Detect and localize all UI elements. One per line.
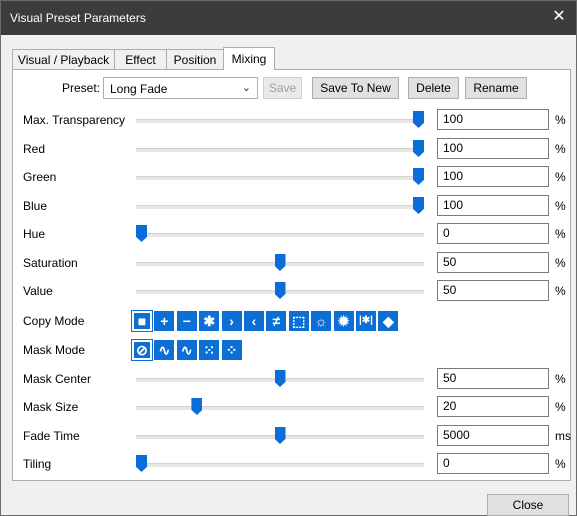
- fade-time-value-field[interactable]: 5000: [437, 425, 549, 446]
- chevron-down-icon: ⌄: [241, 82, 251, 94]
- fade-time-unit: ms: [555, 429, 571, 443]
- rename-button[interactable]: Rename: [465, 77, 527, 99]
- tab-position[interactable]: Position: [166, 49, 224, 69]
- green-unit: %: [555, 170, 566, 184]
- max-transparency-unit: %: [555, 113, 566, 127]
- tiling-unit: %: [555, 457, 566, 471]
- mask-center-label: Mask Center: [23, 372, 92, 386]
- title-bar: Visual Preset Parameters ✕: [1, 1, 576, 35]
- preset-select[interactable]: Long Fade ⌄: [103, 77, 258, 99]
- save-to-new-button[interactable]: Save To New: [312, 77, 399, 99]
- close-button[interactable]: Close: [487, 494, 569, 516]
- copy-mode-less-icon[interactable]: ‹: [244, 311, 264, 331]
- mixing-panel: [12, 69, 571, 481]
- mask-center-value-field[interactable]: 50: [437, 368, 549, 389]
- copy-mode-layers-icon[interactable]: ◆: [378, 311, 399, 331]
- tab-visual-playback[interactable]: Visual / Playback: [12, 49, 115, 69]
- copy-mode-not-equal-icon[interactable]: ≠: [266, 311, 287, 331]
- preset-label: Preset:: [62, 81, 101, 95]
- green-slider-track[interactable]: [136, 176, 424, 180]
- hue-label: Hue: [23, 227, 46, 241]
- copy-mode-greater-icon[interactable]: ›: [221, 311, 242, 331]
- copy-mode-multiply-icon[interactable]: ✱: [199, 311, 220, 331]
- copy-mode-minus-icon[interactable]: −: [176, 311, 197, 331]
- copy-mode-label: Copy Mode: [23, 314, 85, 328]
- copy-mode-plus-icon[interactable]: +: [154, 311, 175, 331]
- tiling-label: Tiling: [23, 457, 52, 471]
- mask-mode-dots-icon[interactable]: ⁙: [199, 340, 220, 360]
- preset-value: Long Fade: [110, 82, 168, 96]
- saturation-value-field[interactable]: 50: [437, 252, 549, 273]
- value-value-field[interactable]: 50: [437, 280, 549, 301]
- red-slider-track[interactable]: [136, 148, 424, 152]
- tab-mixing[interactable]: Mixing: [223, 47, 275, 70]
- window-title: Visual Preset Parameters: [10, 11, 146, 25]
- red-label: Red: [23, 142, 46, 156]
- green-value-field[interactable]: 100: [437, 166, 549, 187]
- mask-size-unit: %: [555, 400, 566, 414]
- copy-mode-dotted-square-icon[interactable]: ⬚: [288, 311, 309, 331]
- saturation-label: Saturation: [23, 256, 78, 270]
- mask-mode-wave-icon[interactable]: ∿: [154, 340, 175, 360]
- mask-mode-dots-alt-icon[interactable]: ⁘: [221, 340, 242, 360]
- saturation-unit: %: [555, 256, 566, 270]
- mask-center-unit: %: [555, 372, 566, 386]
- mask-size-slider-track[interactable]: [136, 406, 424, 410]
- blue-label: Blue: [23, 199, 48, 213]
- tiling-slider-track[interactable]: [136, 463, 424, 467]
- mask-size-label: Mask Size: [23, 400, 79, 414]
- copy-mode-square-icon[interactable]: ■: [131, 310, 153, 332]
- mask-mode-label: Mask Mode: [23, 343, 86, 357]
- fade-time-label: Fade Time: [23, 429, 80, 443]
- copy-mode-abs-icon[interactable]: |✱|: [356, 311, 376, 331]
- mask-size-value-field[interactable]: 20: [437, 396, 549, 417]
- mask-mode-wave-alt-icon[interactable]: ∿: [176, 340, 197, 360]
- max-transparency-label: Max. Transparency: [23, 113, 126, 127]
- preset-dialog: Visual Preset Parameters ✕ Visual / Play…: [0, 0, 577, 516]
- green-label: Green: [23, 170, 57, 184]
- blue-unit: %: [555, 199, 566, 213]
- copy-mode-sun-outline-icon[interactable]: ☼: [311, 311, 332, 331]
- red-unit: %: [555, 142, 566, 156]
- save-button[interactable]: Save: [263, 77, 302, 99]
- mask-mode-none-icon[interactable]: ⊘: [131, 339, 153, 361]
- value-label: Value: [23, 284, 53, 298]
- tab-effect[interactable]: Effect: [114, 49, 167, 69]
- copy-mode-sun-filled-icon[interactable]: ✹: [333, 311, 354, 331]
- red-value-field[interactable]: 100: [437, 138, 549, 159]
- max-transparency-value-field[interactable]: 100: [437, 109, 549, 130]
- tiling-value-field[interactable]: 0: [437, 453, 549, 474]
- hue-value-field[interactable]: 0: [437, 223, 549, 244]
- hue-slider-track[interactable]: [136, 233, 424, 237]
- blue-value-field[interactable]: 100: [437, 195, 549, 216]
- blue-slider-track[interactable]: [136, 205, 424, 209]
- hue-unit: %: [555, 227, 566, 241]
- value-unit: %: [555, 284, 566, 298]
- delete-button[interactable]: Delete: [408, 77, 459, 99]
- max-transparency-slider-track[interactable]: [136, 119, 424, 123]
- close-window-icon[interactable]: ✕: [548, 6, 570, 28]
